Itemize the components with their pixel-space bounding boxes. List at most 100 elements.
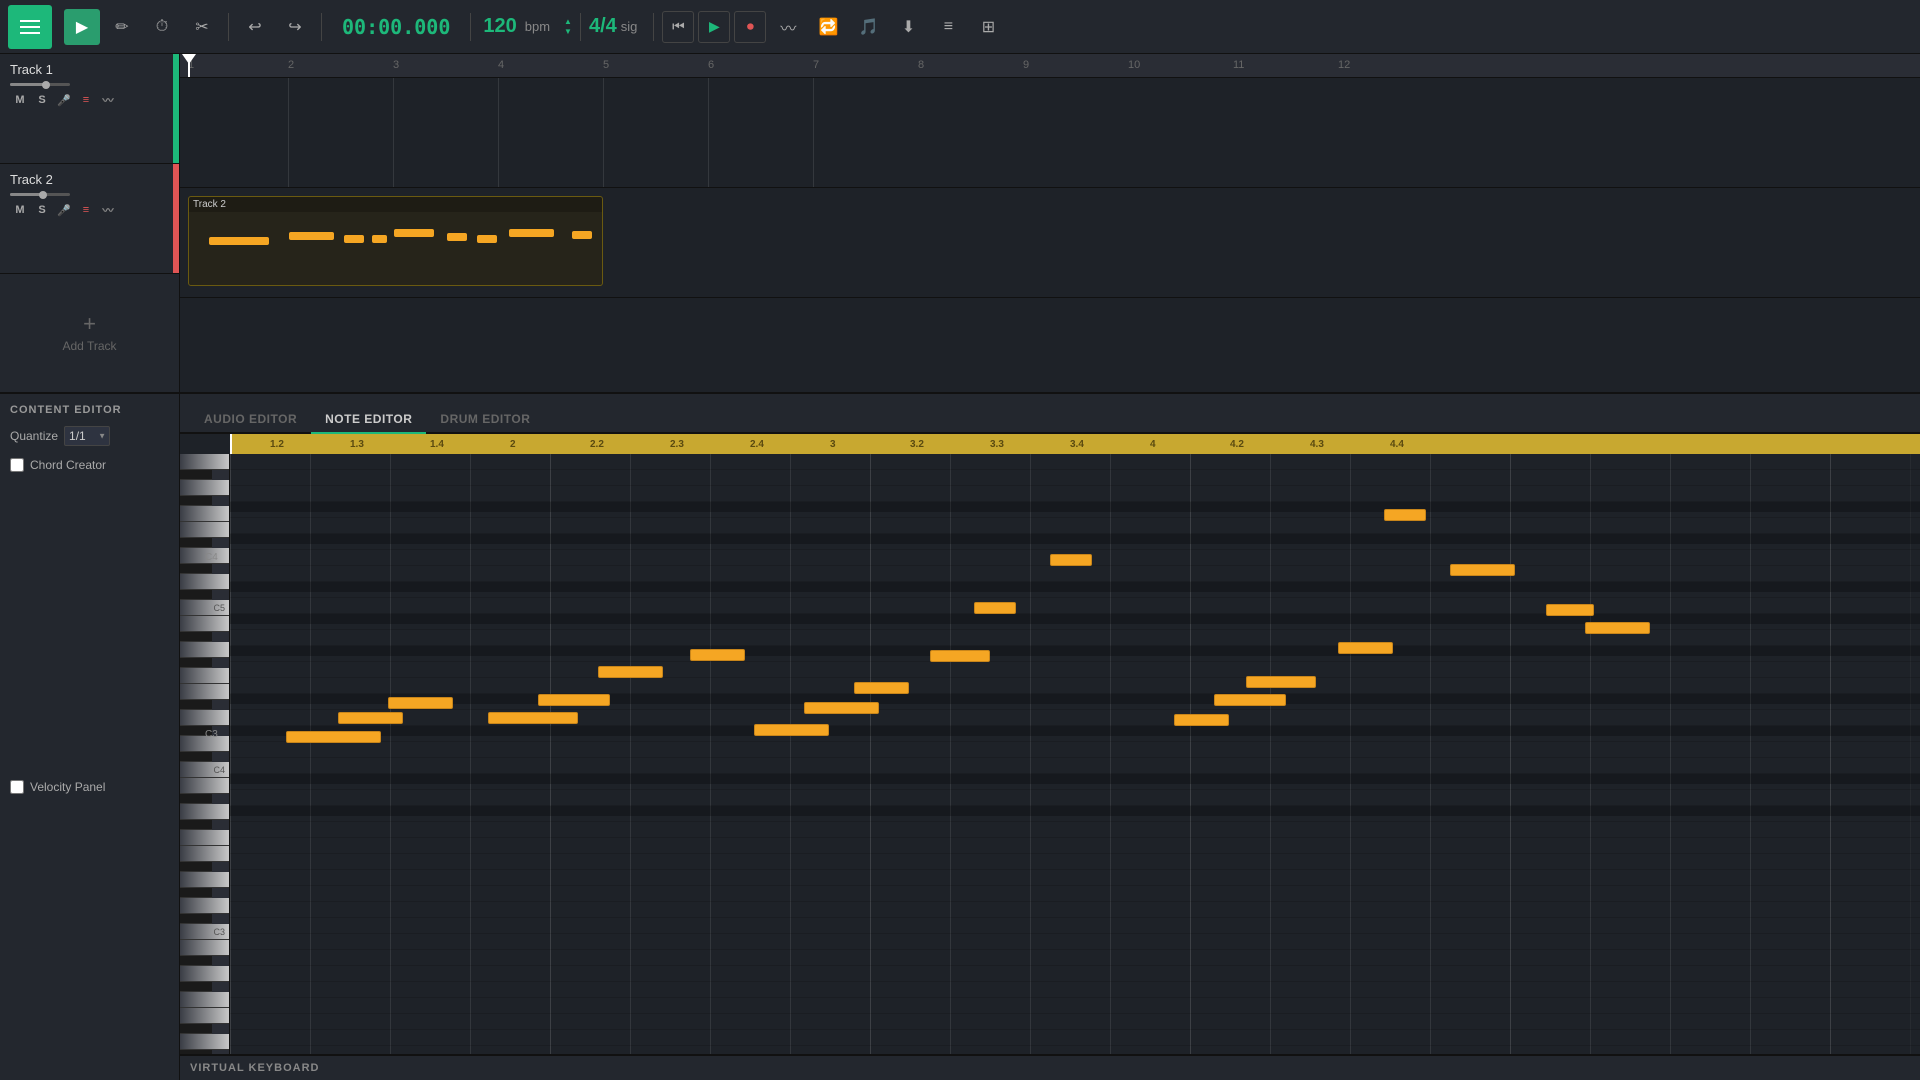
- midi-note[interactable]: [854, 682, 909, 694]
- midi-note[interactable]: [1338, 642, 1393, 654]
- piano-key-Eb3[interactable]: [180, 888, 212, 898]
- track-1-rec[interactable]: ≡: [76, 90, 96, 110]
- track-1-mute[interactable]: M: [10, 90, 30, 110]
- piano-key-C3[interactable]: C3: [180, 924, 229, 940]
- piano-key-Gb2[interactable]: [180, 1008, 229, 1024]
- piano-key-Bb2[interactable]: [180, 956, 212, 966]
- record-button[interactable]: ⏺: [734, 11, 766, 43]
- tab-drum-editor[interactable]: DRUM EDITOR: [426, 406, 544, 434]
- pencil-tool-button[interactable]: ✏: [104, 9, 140, 45]
- undo-button[interactable]: ↩: [237, 9, 273, 45]
- piano-key-Ab4[interactable]: [180, 658, 212, 668]
- midi-note[interactable]: [538, 694, 610, 706]
- midi-note[interactable]: [974, 602, 1016, 614]
- piano-key-Ab5[interactable]: [180, 496, 212, 506]
- track-2-volume-knob[interactable]: [39, 191, 47, 199]
- piano-key-A3[interactable]: [180, 804, 229, 820]
- export-button[interactable]: ⬇: [890, 9, 926, 45]
- bpm-arrows[interactable]: ▲ ▼: [564, 17, 572, 37]
- piano-key-Eb2[interactable]: [180, 1050, 212, 1054]
- piano-key-Bb4[interactable]: [180, 632, 212, 642]
- note-grid[interactable]: [230, 454, 1920, 1054]
- midi-note[interactable]: [1246, 676, 1316, 688]
- select-tool-button[interactable]: ▶: [64, 9, 100, 45]
- piano-key-G2[interactable]: [180, 992, 229, 1008]
- quantize-select[interactable]: 1/1 1/2 1/4 1/8 1/16: [64, 426, 110, 446]
- track-1-wave[interactable]: 〰: [98, 90, 118, 110]
- track-2-lane[interactable]: Track 2: [180, 188, 1920, 298]
- piano-key-B2[interactable]: [180, 940, 229, 956]
- track-2-wave[interactable]: 〰: [98, 200, 118, 220]
- draw-mode-button[interactable]: 〰: [770, 9, 806, 45]
- play-button[interactable]: ▶: [698, 11, 730, 43]
- playhead[interactable]: [188, 54, 190, 77]
- timer-tool-button[interactable]: ⏱: [144, 9, 180, 45]
- piano-key-F2[interactable]: [180, 1024, 212, 1034]
- add-track-button[interactable]: + Add Track: [0, 274, 179, 392]
- track-2-rec[interactable]: ≡: [76, 200, 96, 220]
- midi-note[interactable]: [338, 712, 403, 724]
- piano-key-Gb3[interactable]: [180, 846, 229, 862]
- piano-key-A2[interactable]: [180, 966, 229, 982]
- piano-key-F4[interactable]: [180, 700, 212, 710]
- tab-audio-editor[interactable]: AUDIO EDITOR: [190, 406, 311, 434]
- piano-key-B5[interactable]: [180, 454, 229, 470]
- track-2-clip[interactable]: Track 2: [188, 196, 603, 286]
- midi-note[interactable]: [1450, 564, 1515, 576]
- metronome-button[interactable]: 🎵: [850, 9, 886, 45]
- track-2-mic[interactable]: 🎤: [54, 200, 74, 220]
- piano-key-G5[interactable]: [180, 506, 229, 522]
- piano-key-E2[interactable]: [180, 1034, 229, 1050]
- piano-key-G4[interactable]: [180, 668, 229, 684]
- midi-note[interactable]: [286, 731, 381, 743]
- piano-key-B3[interactable]: [180, 778, 229, 794]
- midi-note[interactable]: [598, 666, 663, 678]
- piano-key-D3[interactable]: [180, 898, 229, 914]
- track-1-mic[interactable]: 🎤: [54, 90, 74, 110]
- piano-key-E3[interactable]: [180, 872, 229, 888]
- piano-key-Db5[interactable]: [180, 590, 212, 600]
- midi-note[interactable]: [1546, 604, 1594, 616]
- track-2-mute[interactable]: M: [10, 200, 30, 220]
- redo-button[interactable]: ↪: [277, 9, 313, 45]
- piano-key-Ab3[interactable]: [180, 820, 212, 830]
- midi-note[interactable]: [804, 702, 879, 714]
- midi-note[interactable]: [388, 697, 453, 709]
- midi-note[interactable]: [488, 712, 578, 724]
- velocity-panel-label[interactable]: Velocity Panel: [30, 780, 105, 794]
- menu-button[interactable]: [8, 5, 52, 49]
- midi-note[interactable]: [1384, 509, 1426, 521]
- piano-key-Bb5[interactable]: [180, 470, 212, 480]
- piano-key-A5[interactable]: [180, 480, 229, 496]
- piano-key-Bb3[interactable]: [180, 794, 212, 804]
- piano-key-Gb4[interactable]: [180, 684, 229, 700]
- midi-note[interactable]: [1174, 714, 1229, 726]
- piano-key-Db3[interactable]: [180, 914, 212, 924]
- piano-key-Gb5[interactable]: [180, 522, 229, 538]
- chord-creator-checkbox[interactable]: [10, 458, 24, 472]
- midi-note[interactable]: [930, 650, 990, 662]
- piano-key-C4[interactable]: C4: [180, 762, 229, 778]
- track-1-solo[interactable]: S: [32, 90, 52, 110]
- piano-key-F3[interactable]: [180, 862, 212, 872]
- piano-key-G3[interactable]: [180, 830, 229, 846]
- bpm-up-arrow[interactable]: ▲: [564, 17, 572, 27]
- midi-note[interactable]: [1050, 554, 1092, 566]
- midi-note[interactable]: [690, 649, 745, 661]
- piano-key-Eb5[interactable]: [180, 564, 212, 574]
- grid-button[interactable]: ⊞: [970, 9, 1006, 45]
- midi-note[interactable]: [1214, 694, 1286, 706]
- track-2-solo[interactable]: S: [32, 200, 52, 220]
- track-1-lane[interactable]: [180, 78, 1920, 188]
- velocity-panel-checkbox[interactable]: [10, 780, 24, 794]
- bpm-down-arrow[interactable]: ▼: [564, 27, 572, 37]
- piano-key-F5[interactable]: [180, 538, 212, 548]
- midi-note[interactable]: [1585, 622, 1650, 634]
- piano-key-A4[interactable]: [180, 642, 229, 658]
- piano-key-E4[interactable]: [180, 710, 229, 726]
- loop-button[interactable]: 🔁: [810, 9, 846, 45]
- mixer-button[interactable]: ≡: [930, 9, 966, 45]
- piano-key-B4[interactable]: [180, 616, 229, 632]
- piano-key-D5[interactable]: [180, 574, 229, 590]
- piano-key-Ab2[interactable]: [180, 982, 212, 992]
